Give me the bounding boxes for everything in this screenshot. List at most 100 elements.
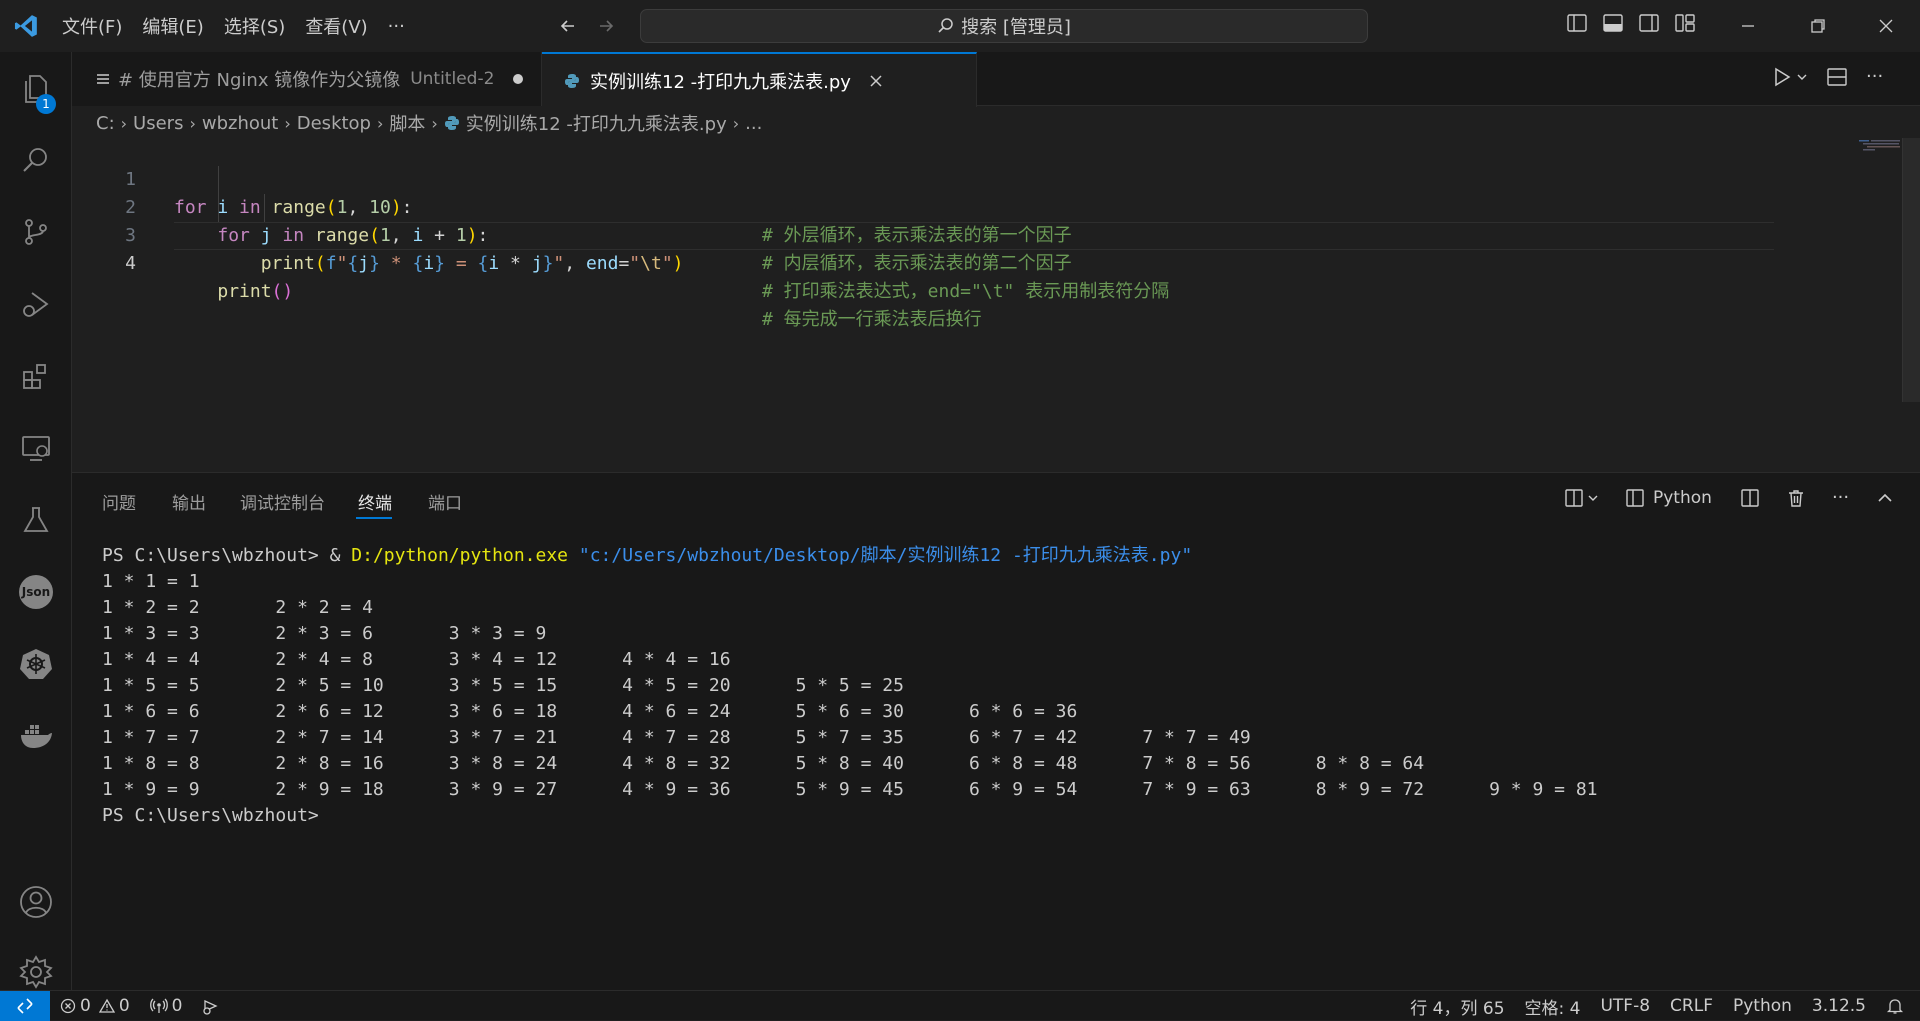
terminal-output-line: 1 * 8 = 8 2 * 8 = 16 3 * 8 = 24 4 * 8 = … xyxy=(102,753,1425,774)
docker-icon[interactable] xyxy=(0,706,72,766)
explorer-icon[interactable]: 1 xyxy=(0,58,72,118)
unsaved-dot-icon[interactable] xyxy=(512,73,524,85)
code-comment: # 打印乘法表达式，end="\t" 表示用制表符分隔 xyxy=(762,281,1170,302)
panel-tab-output[interactable]: 输出 xyxy=(172,473,206,529)
menu-view[interactable]: 查看(V) xyxy=(295,0,377,52)
python-file-icon xyxy=(444,115,460,131)
search-view-icon[interactable] xyxy=(0,130,72,190)
kill-terminal-trash-icon[interactable] xyxy=(1786,488,1806,508)
panel-tab-terminal[interactable]: 终端 xyxy=(358,473,392,529)
kubernetes-icon[interactable] xyxy=(0,634,72,694)
extensions-icon[interactable] xyxy=(0,346,72,406)
split-terminal-icon[interactable] xyxy=(1740,488,1760,508)
breadcrumb-item[interactable]: 实例训练12 -打印九九乘法表.py xyxy=(466,110,727,136)
terminal-output[interactable]: PS C:\Users\wbzhout> & D:/python/python.… xyxy=(102,543,1902,829)
terminal-exe: D:/python/python.exe xyxy=(351,545,569,566)
json-extension-icon[interactable]: Json xyxy=(0,562,72,622)
ports-status[interactable]: 0 xyxy=(140,991,193,1021)
chevron-right-icon: › xyxy=(376,113,384,133)
editor-scrollbar[interactable] xyxy=(1900,138,1920,472)
terminal-amp: & xyxy=(318,545,352,566)
toggle-panel-icon[interactable] xyxy=(1602,12,1624,34)
chevron-right-icon: › xyxy=(189,113,196,133)
code-line[interactable]: 2 for j in range(1, i + 1): # 内层循环，表示乘法表… xyxy=(72,166,1772,274)
remote-indicator-icon[interactable] xyxy=(0,990,50,1021)
nav-back-icon[interactable] xyxy=(554,12,582,40)
breadcrumb-item[interactable]: Desktop xyxy=(297,113,371,134)
title-bar: 文件(F) 编辑(E) 选择(S) 查看(V) ··· 搜索 [管理员] xyxy=(0,0,1920,52)
notifications-bell-icon[interactable] xyxy=(1876,991,1920,1021)
breadcrumb-item[interactable]: C: xyxy=(96,113,115,134)
python-interpreter[interactable]: 3.12.5 xyxy=(1802,991,1876,1021)
language-mode[interactable]: Python xyxy=(1723,991,1802,1021)
breadcrumb-item[interactable]: Users xyxy=(133,113,183,134)
json-icon-label: Json xyxy=(19,575,53,609)
accounts-icon[interactable] xyxy=(0,872,72,932)
run-python-icon[interactable] xyxy=(1772,66,1808,88)
terminal-profile-name[interactable]: Python xyxy=(1653,488,1712,508)
code-editor[interactable]: 1 for i in range(1, 10): # 外层循环，表示乘法表的第一… xyxy=(72,138,1920,472)
bottom-panel: 问题 输出 调试控制台 终端 端口 Python ··· PS C:\Users… xyxy=(72,472,1920,990)
remote-explorer-icon[interactable] xyxy=(0,418,72,478)
menu-more[interactable]: ··· xyxy=(378,0,415,52)
more-actions-icon[interactable]: ··· xyxy=(1866,66,1883,88)
end-of-line[interactable]: CRLF xyxy=(1660,991,1723,1021)
customize-layout-icon[interactable] xyxy=(1674,12,1696,34)
terminal-prompt: PS C:\Users\wbzhout> xyxy=(102,545,319,566)
panel-tab-debug-console[interactable]: 调试控制台 xyxy=(240,473,325,529)
toggle-primary-sidebar-icon[interactable] xyxy=(1566,12,1588,34)
explorer-badge: 1 xyxy=(36,94,56,114)
code-line[interactable]: 4 print() # 每完成一行乘法表后换行 xyxy=(72,222,1772,330)
close-tab-icon[interactable] xyxy=(869,74,883,88)
problems-status[interactable]: 0 0 xyxy=(50,991,140,1021)
tab-label: 实例训练12 -打印九九乘法表.py xyxy=(590,71,851,93)
panel-tab-ports[interactable]: 端口 xyxy=(428,473,462,529)
terminal-output-line: 1 * 7 = 7 2 * 7 = 14 3 * 7 = 21 4 * 7 = … xyxy=(102,727,1251,748)
restore-window-icon[interactable] xyxy=(1790,0,1846,52)
ports-count: 0 xyxy=(171,995,183,1016)
terminal-output-line: 1 * 6 = 6 2 * 6 = 12 3 * 6 = 18 4 * 6 = … xyxy=(102,701,1078,722)
terminal-output-line: 1 * 9 = 9 2 * 9 = 18 3 * 9 = 27 4 * 9 = … xyxy=(102,779,1598,800)
warning-count: 0 xyxy=(118,995,130,1016)
new-terminal-split-icon[interactable] xyxy=(1564,488,1599,508)
scrollbar-thumb[interactable] xyxy=(1902,138,1920,402)
split-editor-icon[interactable] xyxy=(1826,66,1848,88)
search-text: 搜索 [管理员] xyxy=(961,17,1071,38)
breadcrumb: C: › Users › wbzhout › Desktop › 脚本 › 实例… xyxy=(96,108,762,138)
code-line[interactable]: 3 print(f"{j} * {i} = {i * j}", end="\t"… xyxy=(72,194,1772,302)
close-window-icon[interactable] xyxy=(1858,0,1914,52)
source-control-icon[interactable] xyxy=(0,202,72,262)
menu-selection[interactable]: 选择(S) xyxy=(214,0,295,52)
menu-file[interactable]: 文件(F) xyxy=(52,0,132,52)
code-line[interactable]: 1 for i in range(1, 10): # 外层循环，表示乘法表的第一… xyxy=(72,138,1772,246)
command-center-search[interactable]: 搜索 [管理员] xyxy=(640,9,1368,43)
maximize-panel-chevron-up-icon[interactable] xyxy=(1875,488,1895,508)
terminal-command-line: PS C:\Users\wbzhout> & D:/python/python.… xyxy=(102,543,1902,569)
live-share-icon[interactable] xyxy=(192,991,230,1021)
activity-bar: 1 Json xyxy=(0,52,72,990)
testing-icon[interactable] xyxy=(0,490,72,550)
python-file-icon xyxy=(564,73,580,89)
nav-forward-icon[interactable] xyxy=(592,12,620,40)
indentation[interactable]: 空格: 4 xyxy=(1515,991,1591,1021)
terminal-profile-icon[interactable] xyxy=(1625,488,1645,508)
chevron-right-icon: › xyxy=(431,113,438,133)
encoding[interactable]: UTF-8 xyxy=(1590,991,1660,1021)
menu-edit[interactable]: 编辑(E) xyxy=(132,0,213,52)
toggle-secondary-sidebar-icon[interactable] xyxy=(1638,12,1660,34)
breadcrumb-item[interactable]: ... xyxy=(745,113,762,134)
tab-untitled-2[interactable]: # 使用官方 Nginx 镜像作为父镜像 Untitled-2 xyxy=(72,52,542,106)
panel-more-actions-icon[interactable]: ··· xyxy=(1832,487,1849,508)
tab-label: # 使用官方 Nginx 镜像作为父镜像 xyxy=(118,70,401,91)
status-bar: 0 0 0 行 4，列 65 空格: 4 UTF-8 CRLF Python 3… xyxy=(0,990,1920,1021)
breadcrumb-item[interactable]: 脚本 xyxy=(389,110,425,136)
terminal-output-line: 1 * 1 = 1 xyxy=(102,571,200,592)
breadcrumb-item[interactable]: wbzhout xyxy=(202,113,278,134)
run-debug-icon[interactable] xyxy=(0,274,72,334)
minimize-window-icon[interactable] xyxy=(1720,0,1776,52)
error-icon xyxy=(60,998,76,1014)
lines-icon xyxy=(96,72,110,86)
cursor-position[interactable]: 行 4，列 65 xyxy=(1400,991,1514,1021)
tab-multiplication-table-py[interactable]: 实例训练12 -打印九九乘法表.py xyxy=(542,52,977,107)
panel-tab-problems[interactable]: 问题 xyxy=(102,473,136,529)
